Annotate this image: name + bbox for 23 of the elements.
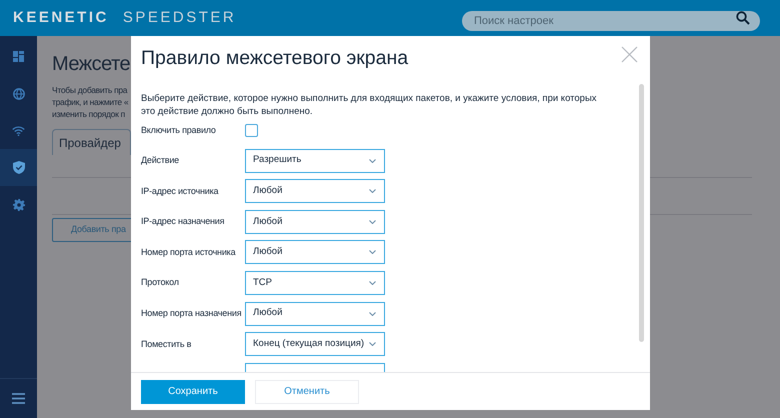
page-description: Чтобы добавить пра трафик, и нажмите « изменить порядок п bbox=[52, 84, 128, 120]
field-label: Включить правило bbox=[141, 124, 217, 136]
page-title: Межсете bbox=[52, 52, 130, 77]
dialog-title: Правило межсетевого экрана bbox=[141, 46, 408, 72]
logo-text: SPEEDSTER bbox=[122, 8, 236, 28]
dropdown[interactable]: Любой bbox=[245, 302, 385, 326]
dropdown[interactable]: Любой bbox=[245, 179, 385, 204]
field-label: IP-адрес источника bbox=[141, 186, 220, 197]
dialog-description: Выберите действие, которое нужно выполнить для входящих пакетов, и укажите условия, при которых это действие должно быть выполнено. bbox=[141, 92, 598, 118]
dropdown[interactable]: Любой bbox=[245, 240, 385, 264]
field-label: Поместить в bbox=[141, 338, 192, 350]
field-label: Номер порта источника bbox=[141, 246, 237, 258]
field-label: Действие bbox=[141, 155, 180, 166]
dropdown[interactable]: TCP bbox=[245, 270, 385, 295]
field-label: IP-адрес назначения bbox=[141, 216, 226, 228]
dropdown[interactable]: Конец (текущая позиция) bbox=[245, 332, 385, 356]
dropdown[interactable]: Разрешить bbox=[245, 148, 385, 173]
field-label: Номер порта назначения bbox=[141, 308, 242, 320]
dropdown[interactable]: Любой bbox=[245, 210, 385, 234]
logo-text: KEENETIC bbox=[13, 8, 109, 28]
search-field[interactable]: Поиск настроек bbox=[462, 11, 760, 31]
field-label: Протокол bbox=[141, 277, 180, 288]
cancel-button[interactable]: Отменить bbox=[255, 380, 359, 404]
